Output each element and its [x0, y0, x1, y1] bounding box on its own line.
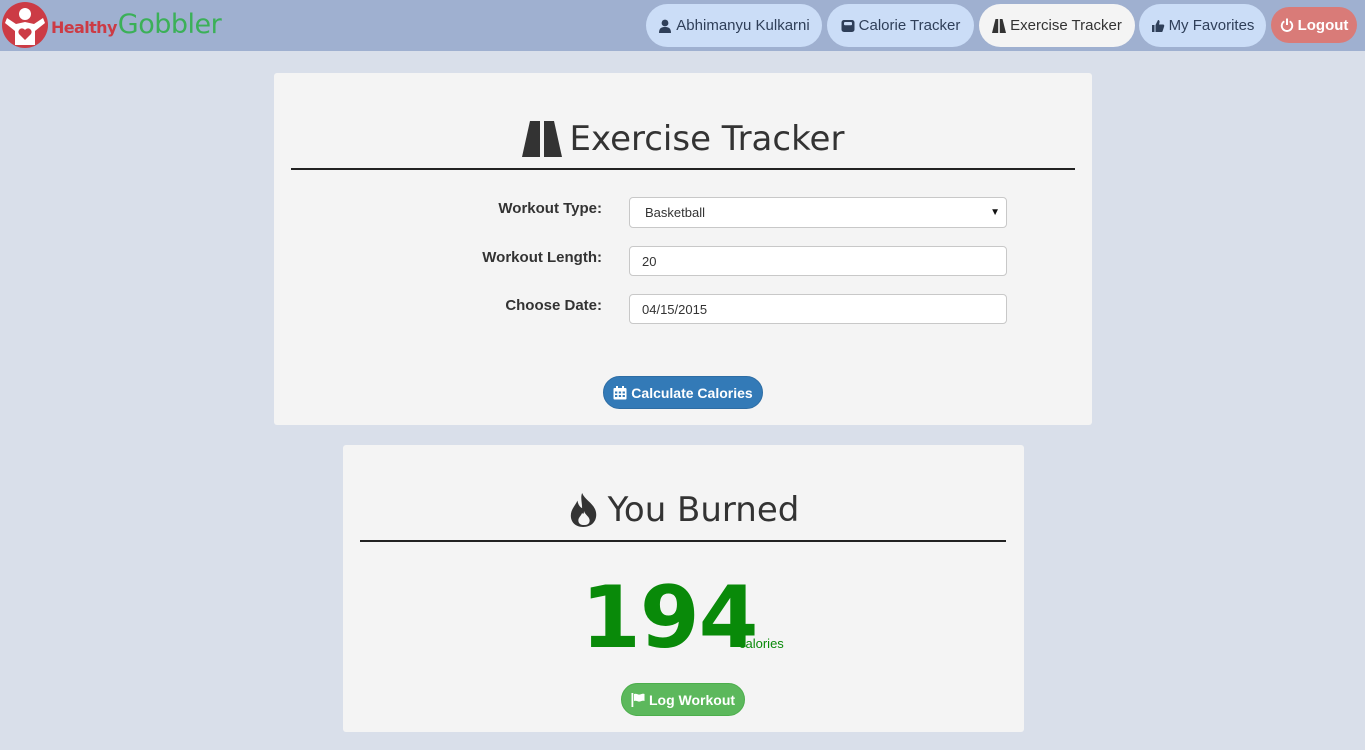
road-icon [992, 18, 1007, 33]
calculate-calories-label: Calculate Calories [631, 384, 753, 401]
calories-unit-label: calories [739, 636, 784, 651]
result-divider [360, 540, 1006, 542]
choose-date-value: 04/15/2015 [642, 301, 708, 317]
flag-icon [631, 692, 645, 707]
nav-user-profile[interactable]: Abhimanyu Kulkarni [646, 4, 822, 47]
user-icon [659, 19, 672, 33]
healthy-gobbler-logo-icon [2, 2, 48, 48]
workout-type-label: Workout Type: [498, 200, 602, 217]
nav-exercise-label: Exercise Tracker [1010, 17, 1122, 34]
you-burned-title: You Burned [607, 490, 800, 530]
exercise-tracker-title: Exercise Tracker [569, 119, 845, 159]
road-icon [521, 121, 562, 157]
logout-label: Logout [1297, 16, 1349, 34]
exercise-tracker-heading: Exercise Tracker [274, 117, 1092, 161]
choose-date-input[interactable]: 04/15/2015 [629, 294, 1007, 324]
thumbs-up-icon [1151, 19, 1164, 32]
nav-favorites-label: My Favorites [1168, 17, 1255, 34]
title-divider [291, 168, 1075, 170]
workout-type-select[interactable]: Basketball ▼ [629, 197, 1007, 228]
brand-gobbler-text: Gobbler [117, 8, 222, 40]
log-workout-label: Log Workout [648, 691, 736, 708]
nav-user-label: Abhimanyu Kulkarni [676, 17, 810, 34]
choose-date-label: Choose Date: [505, 297, 602, 314]
log-workout-button[interactable]: Log Workout [621, 683, 745, 716]
brand-healthy-text: Healthy [51, 17, 117, 37]
calories-burned-value: 194 [581, 568, 759, 668]
workout-length-label: Workout Length: [482, 249, 602, 266]
exercise-tracker-panel: Exercise Tracker Workout Type: Basketbal… [274, 73, 1092, 425]
scale-icon [841, 19, 855, 32]
workout-length-value: 20 [642, 253, 657, 269]
nav-calorie-label: Calorie Tracker [858, 17, 961, 34]
workout-type-value: Basketball [645, 205, 705, 220]
nav-my-favorites[interactable]: My Favorites [1139, 4, 1266, 47]
brand-logo[interactable]: Healthy Gobbler [1, 1, 222, 49]
nav-exercise-tracker[interactable]: Exercise Tracker [979, 4, 1135, 47]
chevron-down-icon: ▼ [990, 207, 1000, 218]
power-icon [1280, 18, 1293, 32]
you-burned-heading: You Burned [343, 487, 1024, 533]
logout-button[interactable]: Logout [1271, 7, 1357, 43]
top-navbar: Healthy Gobbler Abhimanyu Kulkarni Calor… [0, 0, 1365, 51]
calories-burned-panel: You Burned 194 calories Log Workout [343, 445, 1024, 732]
calculate-calories-button[interactable]: Calculate Calories [603, 376, 763, 409]
nav-calorie-tracker[interactable]: Calorie Tracker [827, 4, 974, 47]
calendar-icon [613, 385, 627, 399]
workout-length-input[interactable]: 20 [629, 246, 1007, 276]
fire-icon [570, 493, 596, 527]
